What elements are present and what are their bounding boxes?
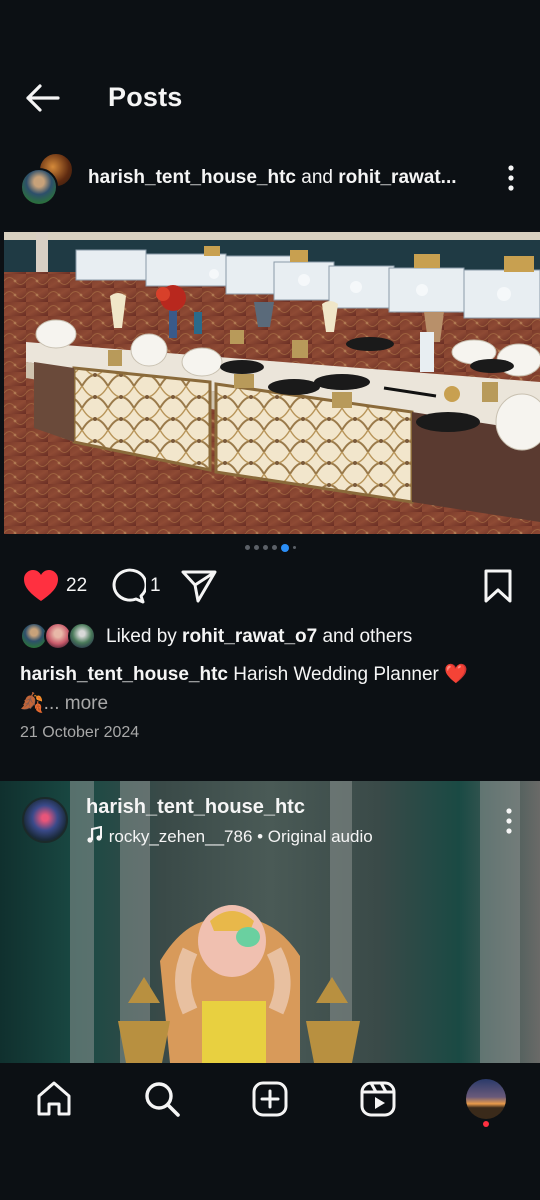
reel-username[interactable]: harish_tent_house_htc (86, 796, 305, 819)
username-joiner: and (296, 167, 339, 188)
liked-by-suffix: and others (317, 626, 413, 647)
post-date: 21 October 2024 (20, 724, 140, 741)
heart-filled-icon[interactable] (22, 568, 62, 604)
page-title: Posts (108, 82, 183, 112)
bookmark-icon[interactable] (482, 568, 514, 604)
reel-audio[interactable]: rocky_zehen__786 • Original audio (86, 825, 373, 847)
top-bar: Posts (0, 70, 540, 126)
search-icon[interactable] (142, 1079, 182, 1119)
reels-icon[interactable] (358, 1079, 398, 1119)
carousel-dot-active (280, 543, 289, 552)
reel-audio-label: rocky_zehen__786 • Original audio (108, 827, 373, 846)
caption-text: Harish Wedding Planner ❤️ (228, 664, 468, 685)
liked-by-row[interactable]: Liked by rohit_rawat_o7 and others (20, 622, 520, 652)
carousel-dot (253, 545, 259, 551)
music-note-icon (86, 825, 104, 844)
liked-by-text[interactable]: Liked by rohit_rawat_o7 and others (106, 626, 412, 648)
notification-dot (483, 1121, 489, 1127)
caption-username[interactable]: harish_tent_house_htc (20, 664, 228, 685)
username-link[interactable]: harish_tent_house_htc (88, 167, 296, 188)
create-icon[interactable] (250, 1079, 290, 1119)
profile-avatar[interactable] (466, 1079, 506, 1119)
liker-avatars (20, 622, 98, 650)
carousel-dot (262, 545, 268, 551)
collab-avatars[interactable] (20, 152, 74, 206)
comments-count[interactable]: 1 (150, 575, 161, 597)
avatar (68, 622, 96, 650)
post-actions: 22 1 (0, 566, 540, 606)
carousel-dot (244, 545, 250, 551)
caption-line2: 🍂 (20, 693, 44, 714)
post-photo[interactable] (4, 232, 540, 534)
avatar (20, 168, 58, 206)
likes-count[interactable]: 22 (66, 575, 87, 597)
liked-by-user[interactable]: rohit_rawat_o7 (182, 626, 317, 647)
avatar[interactable] (22, 797, 68, 843)
share-icon[interactable] (180, 568, 218, 604)
post-usernames[interactable]: harish_tent_house_htc and rohit_rawat... (88, 167, 457, 189)
comment-icon[interactable] (108, 568, 148, 604)
home-icon[interactable] (34, 1079, 74, 1119)
more-vertical-icon[interactable] (502, 807, 516, 835)
back-arrow-icon[interactable] (22, 82, 62, 114)
more-vertical-icon[interactable] (504, 164, 518, 192)
carousel-indicator (0, 539, 540, 552)
bottom-navigation (0, 1063, 540, 1200)
username-link[interactable]: rohit_rawat... (338, 167, 456, 188)
post-caption: harish_tent_house_htc Harish Wedding Pla… (20, 660, 520, 718)
reel-preview[interactable]: harish_tent_house_htc rocky_zehen__786 •… (0, 781, 540, 1063)
carousel-dot (271, 545, 277, 551)
post-header: harish_tent_house_htc and rohit_rawat... (0, 150, 540, 208)
caption-more-link[interactable]: ... more (44, 693, 108, 714)
carousel-dot (292, 546, 296, 550)
liked-by-prefix: Liked by (106, 626, 183, 647)
